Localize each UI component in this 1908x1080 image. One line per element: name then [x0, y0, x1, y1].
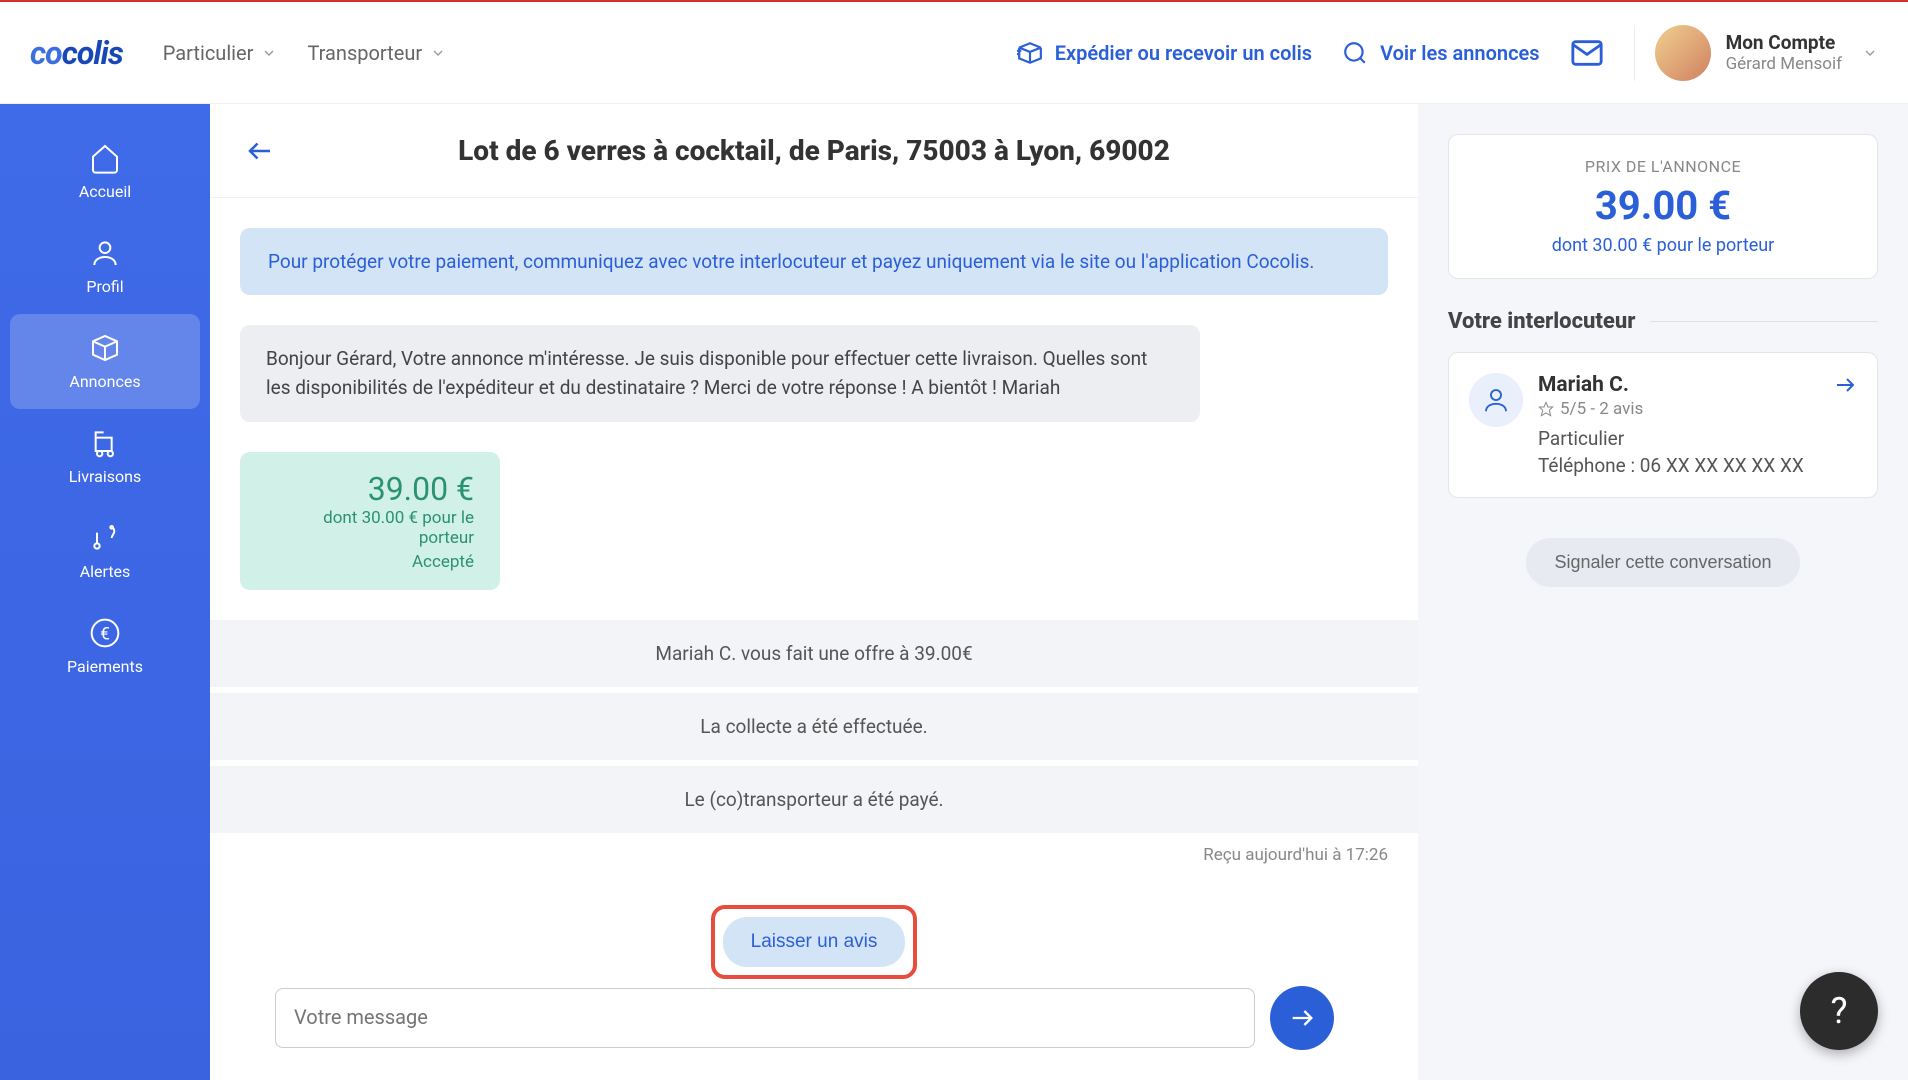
report-conversation-button[interactable]: Signaler cette conversation: [1526, 538, 1799, 587]
sidebar-item-label: Livraisons: [69, 467, 141, 486]
compose-bar: [210, 986, 1418, 1080]
message-bubble: Bonjour Gérard, Votre annonce m'intéress…: [240, 325, 1200, 422]
message-timestamp: Reçu aujourd'hui à 17:26: [240, 845, 1388, 865]
status-paid: Le (co)transporteur a été payé.: [210, 766, 1418, 833]
sidebar-item-annonces[interactable]: Annonces: [10, 314, 200, 409]
svg-text:€: €: [100, 625, 110, 645]
nav-label: Particulier: [163, 41, 254, 65]
price-label: PRIX DE L'ANNONCE: [1471, 157, 1855, 176]
offer-price: 39.00 €: [266, 470, 474, 508]
messages-icon[interactable]: [1570, 36, 1604, 70]
price-value: 39.00 €: [1471, 182, 1855, 229]
sidebar-item-label: Annonces: [69, 372, 140, 391]
avatar: [1655, 25, 1711, 81]
nav-transporteur[interactable]: Transporteur: [307, 41, 446, 65]
sidebar-item-paiements[interactable]: € Paiements: [0, 599, 210, 694]
sidebar-item-livraisons[interactable]: Livraisons: [0, 409, 210, 504]
interlocutor-phone: Téléphone : 06 XX XX XX XX XX: [1538, 454, 1818, 477]
review-highlight: Laisser un avis: [711, 905, 918, 979]
message-input[interactable]: [275, 988, 1255, 1048]
nav-label: Transporteur: [307, 41, 422, 65]
chevron-down-icon: [430, 45, 446, 61]
ads-label: Voir les annonces: [1380, 41, 1539, 65]
offer-subtext: dont 30.00 € pour le porteur: [266, 508, 474, 548]
cart-icon: [89, 427, 121, 459]
search-icon: [1342, 40, 1368, 66]
payment-warning: Pour protéger votre paiement, communique…: [240, 228, 1388, 295]
sidebar-item-alertes[interactable]: Alertes: [0, 504, 210, 599]
account-label: Mon Compte: [1726, 31, 1842, 54]
package-icon: [1017, 40, 1043, 66]
interlocutor-type: Particulier: [1538, 427, 1818, 450]
status-collected: La collecte a été effectuée.: [210, 693, 1418, 760]
chevron-down-icon: [1862, 45, 1878, 61]
offer-status: Accepté: [266, 552, 474, 572]
help-button[interactable]: ?: [1800, 972, 1878, 1050]
sidebar-item-accueil[interactable]: Accueil: [0, 124, 210, 219]
leave-review-button[interactable]: Laisser un avis: [723, 917, 906, 967]
sidebar-item-label: Alertes: [80, 562, 131, 581]
right-panel: PRIX DE L'ANNONCE 39.00 € dont 30.00 € p…: [1418, 104, 1908, 1080]
view-ads-link[interactable]: Voir les annonces: [1342, 40, 1539, 66]
account-menu[interactable]: Mon Compte Gérard Mensoif: [1634, 25, 1878, 81]
sidebar: Accueil Profil Annonces Livraisons Alert…: [0, 104, 210, 1080]
price-subtext: dont 30.00 € pour le porteur: [1471, 235, 1855, 256]
interlocutor-rating: 5/5 - 2 avis: [1538, 399, 1818, 419]
interlocutor-name: Mariah C.: [1538, 373, 1818, 397]
chat-header: Lot de 6 verres à cocktail, de Paris, 75…: [210, 104, 1418, 198]
chevron-down-icon: [261, 45, 277, 61]
user-icon: [1469, 373, 1523, 427]
box-icon: [89, 332, 121, 364]
home-icon: [89, 142, 121, 174]
sidebar-item-label: Paiements: [67, 657, 143, 676]
nav-particulier[interactable]: Particulier: [163, 41, 278, 65]
back-arrow-icon[interactable]: [245, 136, 275, 166]
send-button[interactable]: [1270, 986, 1334, 1050]
sidebar-item-label: Accueil: [79, 182, 131, 201]
euro-icon: €: [89, 617, 121, 649]
interlocutor-section-title: Votre interlocuteur: [1448, 309, 1878, 334]
offer-bubble: 39.00 € dont 30.00 € pour le porteur Acc…: [240, 452, 500, 590]
price-box: PRIX DE L'ANNONCE 39.00 € dont 30.00 € p…: [1448, 134, 1878, 279]
main-header: cocolis Particulier Transporteur Expédie…: [0, 2, 1908, 104]
ship-label: Expédier ou recevoir un colis: [1055, 41, 1312, 65]
user-name: Gérard Mensoif: [1726, 54, 1842, 74]
star-icon: [1538, 401, 1554, 417]
help-icon: ?: [1830, 990, 1847, 1032]
user-icon: [89, 237, 121, 269]
status-offer: Mariah C. vous fait une offre à 39.00€: [210, 620, 1418, 687]
sidebar-item-label: Profil: [86, 277, 123, 296]
arrow-right-icon[interactable]: [1833, 373, 1857, 477]
route-icon: [89, 522, 121, 554]
interlocutor-card[interactable]: Mariah C. 5/5 - 2 avis Particulier Télép…: [1448, 352, 1878, 498]
chat-column: Lot de 6 verres à cocktail, de Paris, 75…: [210, 104, 1418, 1080]
sidebar-item-profil[interactable]: Profil: [0, 219, 210, 314]
chat-title: Lot de 6 verres à cocktail, de Paris, 75…: [305, 134, 1383, 167]
chat-body: Pour protéger votre paiement, communique…: [210, 198, 1418, 986]
logo[interactable]: cocolis: [30, 34, 123, 72]
ship-receive-link[interactable]: Expédier ou recevoir un colis: [1017, 40, 1312, 66]
